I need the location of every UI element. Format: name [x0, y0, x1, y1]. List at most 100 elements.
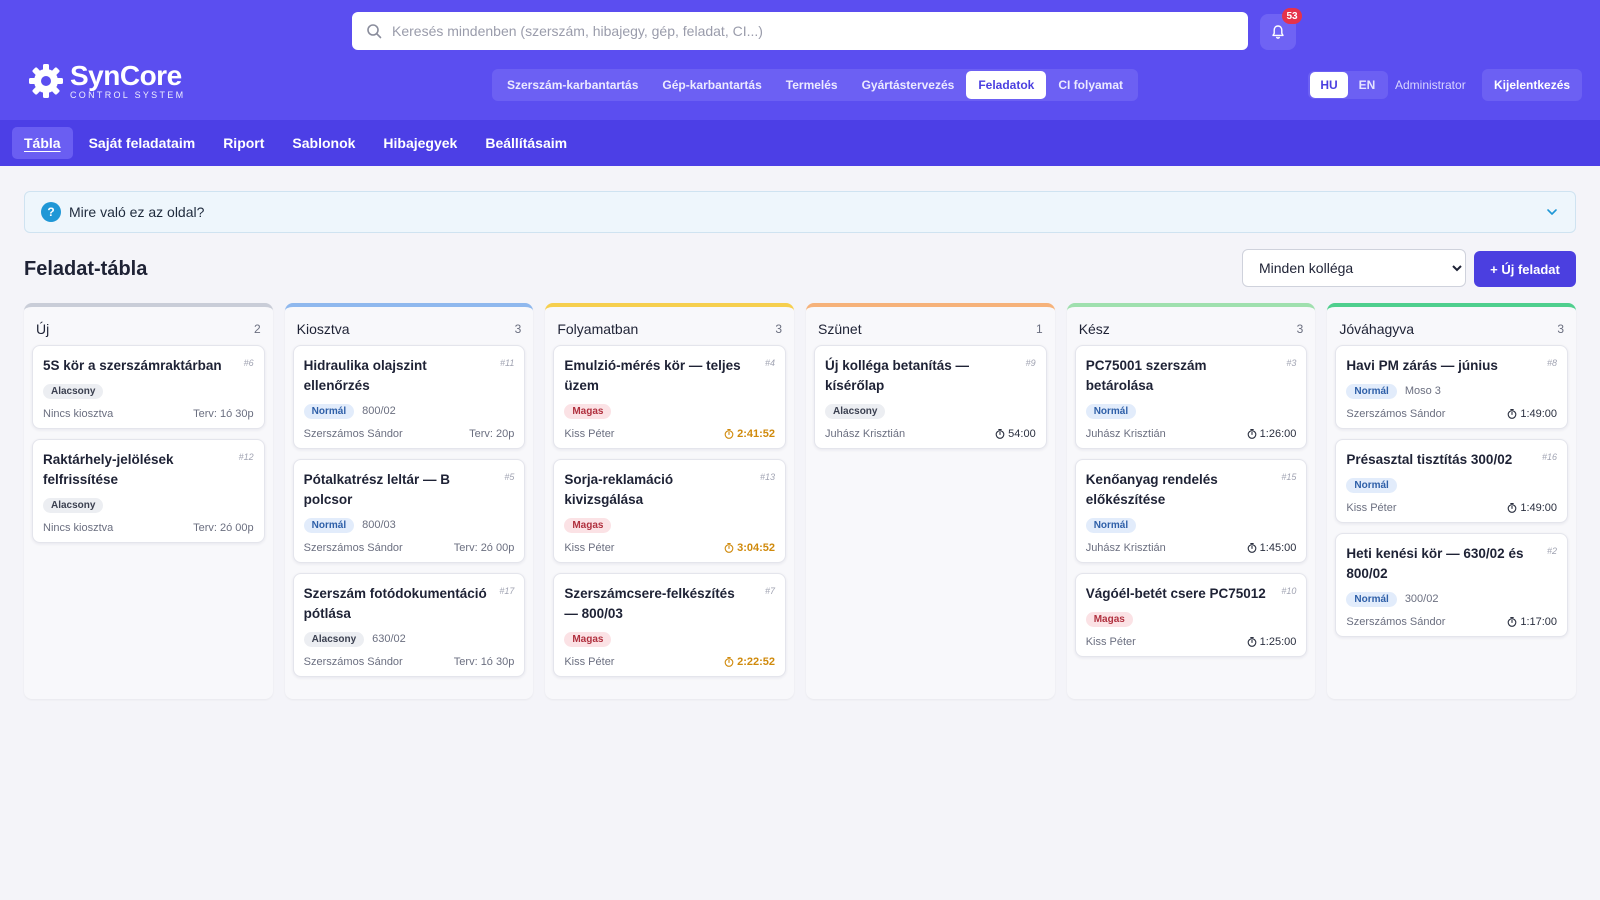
column-in-progress: Folyamatban 3 #4 Emulzió-mérés kör — teljes… [545, 303, 795, 699]
search-icon [367, 24, 382, 39]
task-footer: Juhász Krisztián 54:00 [825, 428, 1036, 440]
notifications-button[interactable]: 53 [1260, 8, 1302, 50]
module-tab-machine-maintenance[interactable]: Gép-karbantartás [650, 71, 773, 99]
subnav-tab-report[interactable]: Riport [211, 127, 276, 159]
clock-icon [1507, 409, 1517, 419]
task-assignee: Szerszámos Sándor [1346, 408, 1446, 420]
language-en-button[interactable]: EN [1348, 72, 1386, 98]
subnav-tab-tickets[interactable]: Hibajegyek [371, 127, 469, 159]
module-nav: Szerszám-karbantartás Gép-karbantartás T… [492, 69, 1139, 101]
task-title: Hidraulika olajszint ellenőrzés [303, 358, 427, 393]
priority-badge: Normál [1085, 403, 1137, 419]
colleague-filter-select[interactable]: Minden kolléga [1242, 249, 1466, 287]
priority-badge: Normál [303, 403, 355, 419]
module-tab-production-planning[interactable]: Gyártástervezés [850, 71, 967, 99]
task-timer: 1:49:00 [1507, 408, 1557, 420]
help-title: Mire való ez az oldal? [69, 204, 205, 220]
task-card[interactable]: #17 Szerszám fotódokumentáció pótlása Alac… [292, 573, 526, 677]
task-time: 1:26:00 [1259, 428, 1297, 440]
task-id: #5 [504, 472, 515, 482]
task-assignee: Kiss Péter [564, 428, 615, 440]
task-footer: Juhász Krisztián 1:26:00 [1086, 428, 1297, 440]
column-done: Kész 3 #3 PC75001 szerszám betárolása Normál… [1066, 303, 1316, 699]
language-switcher: HU EN [1308, 71, 1388, 99]
task-tags: Magas [564, 630, 775, 648]
task-title: Pótalkatrész leltár — B polcsor [303, 472, 450, 507]
priority-badge: Magas [564, 517, 612, 533]
task-title: Heti kenési kör — 630/02 és 800/02 [1346, 546, 1524, 581]
module-tab-tasks[interactable]: Feladatok [966, 71, 1047, 99]
task-card[interactable]: #13 Sorja-reklamáció kivizsgálása Magas Kis… [553, 459, 787, 563]
module-tab-production[interactable]: Termelés [774, 71, 850, 99]
app-logo[interactable]: SynCore CONTROL SYSTEM [28, 62, 185, 100]
task-footer: Szerszámos Sándor 1:49:00 [1346, 408, 1557, 420]
column-count: 3 [1296, 322, 1304, 336]
task-footer: Szerszámos Sándor Terv: 1ó 30p [304, 656, 515, 668]
priority-badge: Normál [1346, 591, 1397, 607]
task-card[interactable]: #10 Vágóél-betét csere PC75012 Magas Kiss P… [1074, 573, 1308, 657]
task-card[interactable]: #5 Pótalkatrész leltár — B polcsor Normál 8… [292, 459, 526, 563]
priority-badge: Alacsony [303, 631, 365, 647]
task-tags: Alacsony [43, 496, 254, 514]
logout-button[interactable]: Kijelentkezés [1482, 69, 1583, 101]
task-card[interactable]: #3 PC75001 szerszám betárolása Normál Juhás… [1074, 345, 1308, 449]
subnav-tab-my-settings[interactable]: Beállításaim [473, 127, 579, 159]
task-card[interactable]: #2 Heti kenési kör — 630/02 és 800/02 Norm… [1335, 533, 1569, 637]
task-id: #17 [499, 586, 515, 596]
notification-count-badge: 53 [1282, 8, 1302, 24]
task-machine: 630/02 [372, 633, 406, 645]
column-title: Jóváhagyva [1339, 321, 1415, 337]
task-assignee: Nincs kiosztva [43, 522, 114, 534]
task-footer: Kiss Péter 1:49:00 [1346, 502, 1557, 514]
subnav-tab-board[interactable]: Tábla [12, 127, 73, 159]
new-task-button[interactable]: + Új feladat [1474, 251, 1576, 287]
task-timer: 1:26:00 [1247, 428, 1297, 440]
task-card[interactable]: #16 Présasztal tisztítás 300/02 Normál Kiss… [1335, 439, 1569, 523]
task-id: #7 [765, 586, 776, 596]
task-tags: Normál [1085, 516, 1297, 534]
column-title: Folyamatban [557, 321, 639, 337]
task-card[interactable]: #11 Hidraulika olajszint ellenőrzés Normál… [292, 345, 526, 449]
task-id: #11 [499, 358, 515, 368]
clock-icon [995, 429, 1005, 439]
priority-badge: Magas [1085, 611, 1133, 627]
task-planned-time: Terv: 2ó 00p [453, 542, 515, 554]
search-input[interactable] [392, 23, 1248, 39]
column-header: Új 2 [32, 315, 265, 343]
column-assigned: Kiosztva 3 #11 Hidraulika olajszint ellenőr… [284, 303, 534, 699]
task-card[interactable]: #7 Szerszámcsere-felkészítés — 800/03 Maga… [553, 573, 787, 677]
clock-icon [1507, 617, 1517, 627]
task-card[interactable]: #15 Kenőanyag rendelés előkészítése Normál… [1074, 459, 1308, 563]
task-tags: Normál Moso 3 [1346, 382, 1557, 400]
global-search[interactable] [352, 12, 1248, 50]
subnav-tab-my-tasks[interactable]: Saját feladataim [77, 127, 208, 159]
module-tab-tool-maintenance[interactable]: Szerszám-karbantartás [495, 71, 650, 99]
task-time: 2:41:52 [737, 428, 776, 440]
priority-badge: Normál [1346, 383, 1397, 399]
module-tab-ci-process[interactable]: CI folyamat [1046, 71, 1135, 99]
column-header: Jóváhagyva 3 [1335, 315, 1568, 343]
subnav-tab-templates[interactable]: Sablonok [280, 127, 367, 159]
column-header: Kiosztva 3 [293, 315, 526, 343]
task-time: 54:00 [1008, 428, 1036, 440]
chevron-down-icon [1547, 209, 1557, 215]
task-tags: Normál [1085, 402, 1297, 420]
task-card[interactable]: #12 Raktárhely-jelölések felfrissítése Ala… [32, 439, 265, 543]
priority-badge: Alacsony [43, 383, 104, 399]
task-time: 3:04:52 [737, 542, 776, 554]
priority-badge: Magas [564, 631, 612, 647]
task-card[interactable]: #4 Emulzió-mérés kör — teljes üzem Magas Ki… [553, 345, 787, 449]
task-title: PC75001 szerszám betárolása [1085, 358, 1207, 393]
help-panel-toggle[interactable]: ? Mire való ez az oldal? [24, 191, 1576, 233]
task-assignee: Szerszámos Sándor [303, 542, 403, 554]
task-footer: Kiss Péter 3:04:52 [564, 542, 775, 554]
task-assignee: Szerszámos Sándor [1346, 616, 1446, 628]
language-hu-button[interactable]: HU [1310, 72, 1348, 98]
task-card[interactable]: #8 Havi PM zárás — június Normál Moso 3 Szer… [1335, 345, 1569, 429]
bell-icon [1272, 25, 1284, 39]
task-tags: Magas [1085, 610, 1297, 628]
task-card[interactable]: #6 5S kör a szerszámraktárban Alacsony Ninc… [32, 345, 265, 429]
user-name: Administrator [1395, 78, 1466, 92]
page-title: Feladat-tábla [24, 258, 148, 280]
task-card[interactable]: #9 Új kolléga betanítás — kísérőlap Alacso… [814, 345, 1047, 449]
